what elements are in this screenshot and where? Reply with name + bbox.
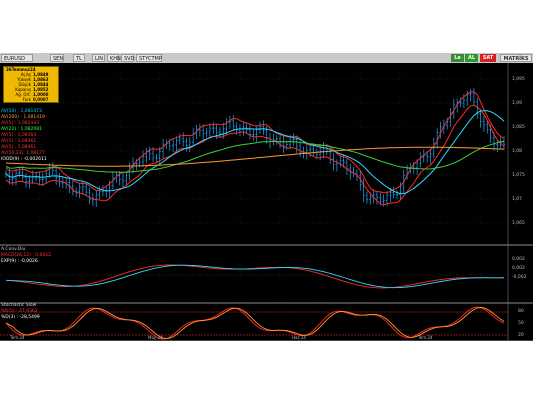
- toolbar-button-sat[interactable]: SAT: [480, 54, 496, 62]
- stoch-axis-label: 80: [518, 309, 524, 314]
- stoch-axis-label: 20: [518, 333, 524, 338]
- stoch-legend-label: %D(3) : -28,5499: [1, 315, 40, 320]
- price-axis-label: 1,08: [512, 149, 523, 154]
- price-axis-label: 1,09: [512, 101, 523, 106]
- symbol-selector[interactable]: EURUSD: [1, 54, 33, 62]
- price-axis-label: 1,075: [512, 173, 525, 178]
- date-axis-label: Tem 24: [418, 335, 433, 340]
- info-value: 0,0007: [33, 97, 49, 102]
- date-axis-label: Haz 24: [292, 335, 306, 340]
- price-axis-label: 1,095: [512, 77, 525, 82]
- date-axis-label: Tem 24: [10, 335, 25, 340]
- macd-legend-label: EXP(9) : -0,0026: [1, 259, 38, 264]
- price-axis-label: 1,07: [512, 197, 523, 202]
- chart-window: EURUSD SEN TL LIN KHN SVD STYCTMP Le AL SAT MATRİK…: [0, 53, 533, 341]
- stoch-panel-title: Stochastic Slow: [1, 303, 37, 308]
- chart-plot[interactable]: [0, 63, 533, 341]
- toolbar-button-styctmp[interactable]: STYCTMP: [136, 54, 162, 62]
- date-axis-label: May 24: [148, 335, 163, 340]
- toolbar-button-khn[interactable]: KHN: [107, 54, 121, 62]
- info-key: Fark: [22, 97, 31, 102]
- macd-axis-label: 0,002: [512, 257, 525, 262]
- price-axis-label: 1,065: [512, 221, 525, 226]
- price-axis-label: 1,085: [512, 125, 525, 130]
- stoch-axis-label: 50: [518, 321, 524, 326]
- brand-logo: MATRİKS: [500, 54, 532, 62]
- toolbar-button-le[interactable]: Le: [451, 54, 464, 62]
- macd-axis-label: 0,002: [512, 266, 525, 271]
- macd-axis-label: -0,002: [512, 275, 527, 280]
- macd-panel-title: A.Conv.Div.: [1, 247, 27, 252]
- toolbar-button-tl[interactable]: TL: [73, 54, 85, 62]
- toolbar-button-al[interactable]: AL: [465, 54, 478, 62]
- toolbar-button-svd[interactable]: SVD: [121, 54, 134, 62]
- ohlc-info-box: 26Temmuz24 Açılış 1,0849 Yüksek 1,0863 Düşük…: [3, 66, 59, 103]
- toolbar-button-lin[interactable]: LIN: [92, 54, 105, 62]
- info-row: Fark 0,0007: [4, 97, 58, 102]
- toolbar-button-sen[interactable]: SEN: [50, 54, 64, 62]
- indicator-label: IOOD(9) : -0,002611: [1, 157, 47, 162]
